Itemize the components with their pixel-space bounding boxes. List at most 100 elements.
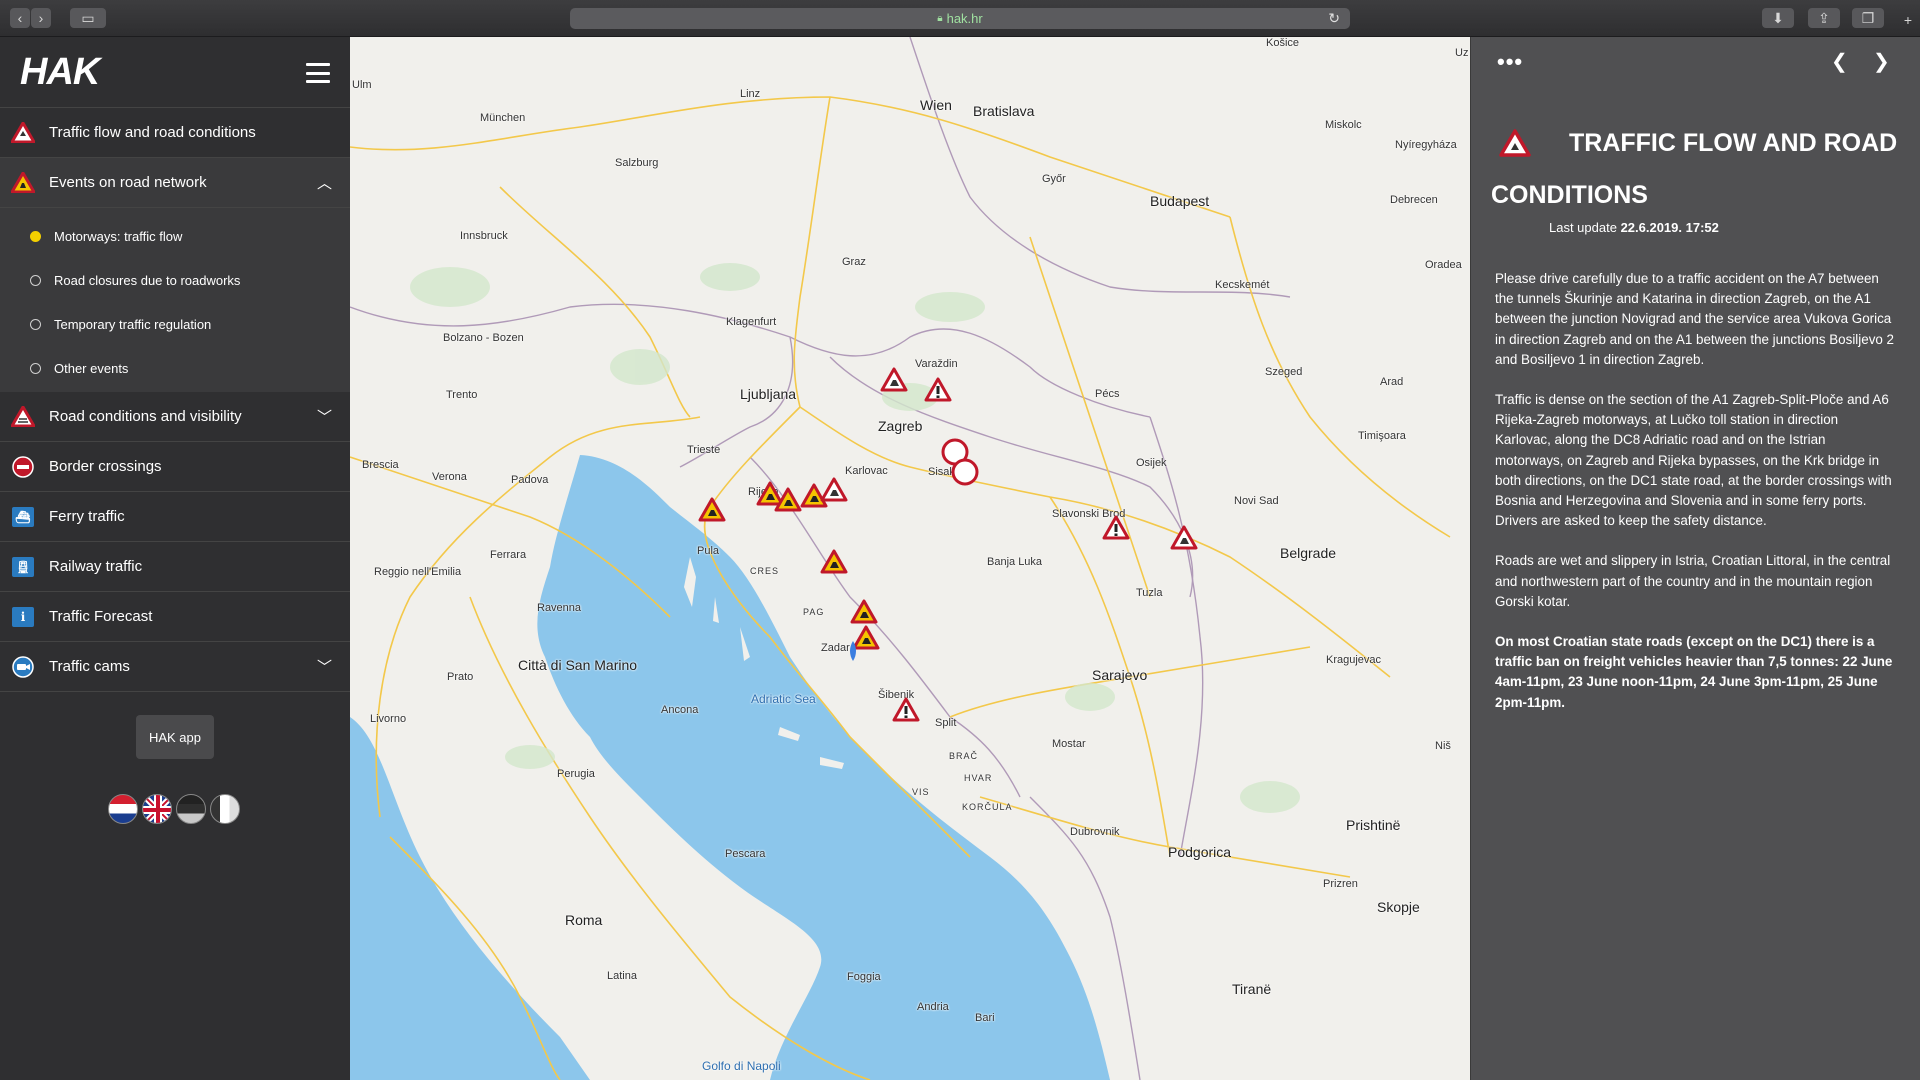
hamburger-menu-icon[interactable] bbox=[306, 63, 330, 83]
map-label: Novi Sad bbox=[1234, 495, 1279, 507]
map-label: Kecskemét bbox=[1215, 279, 1270, 291]
map-label: KORČULA bbox=[962, 802, 1013, 812]
map-label: CRES bbox=[750, 566, 780, 576]
map-label: Miskolc bbox=[1325, 119, 1362, 131]
map-label: Nyíregyháza bbox=[1395, 139, 1457, 151]
radio-icon[interactable] bbox=[30, 274, 41, 286]
sub-item-other-events[interactable]: Other events bbox=[0, 346, 350, 390]
chevron-up-icon[interactable]: ︿ bbox=[317, 172, 332, 193]
events-sub-list: Motorways: traffic flow Road closures du… bbox=[0, 208, 350, 392]
address-bar[interactable]: 🔒︎ hak.hr ↻ bbox=[570, 8, 1350, 29]
sidebar-item-label: Traffic flow and road conditions bbox=[49, 124, 256, 141]
forward-icon[interactable]: › bbox=[31, 8, 51, 28]
map-label: Brescia bbox=[362, 459, 399, 471]
browser-toolbar: ‹ › ▭ 🔒︎ hak.hr ↻ ⬇ ⇪ ❐ + bbox=[0, 0, 1920, 37]
sidebar-item-ferry[interactable]: ⛴ Ferry traffic bbox=[0, 492, 350, 542]
chevron-down-icon[interactable]: ﹀ bbox=[317, 656, 332, 677]
map-label: Pécs bbox=[1095, 388, 1120, 400]
camera-icon bbox=[10, 655, 36, 678]
sub-item-motorways[interactable]: Motorways: traffic flow bbox=[0, 214, 350, 258]
tabs-icon[interactable]: ❐ bbox=[1852, 8, 1884, 28]
last-update-value: 22.6.2019. 17:52 bbox=[1620, 220, 1719, 235]
more-options-icon[interactable]: ••• bbox=[1497, 49, 1523, 75]
panel-paragraph-bold: On most Croatian state roads (except on … bbox=[1495, 634, 1893, 710]
chevron-left-icon[interactable]: ❮ bbox=[1831, 49, 1848, 74]
map-label: Salzburg bbox=[615, 157, 659, 169]
map-label: Latina bbox=[607, 970, 637, 982]
map-label: Karlovac bbox=[845, 465, 888, 477]
chevron-right-icon[interactable]: ❯ bbox=[1873, 49, 1890, 74]
italian-flag[interactable] bbox=[210, 794, 240, 824]
map-label: Tiranë bbox=[1232, 981, 1272, 997]
no-entry-icon bbox=[10, 455, 36, 478]
map-label: Trento bbox=[446, 389, 478, 401]
sidebar-item-railway[interactable]: 🚆︎ Railway traffic bbox=[0, 542, 350, 592]
sub-item-temporary-regulation[interactable]: Temporary traffic regulation bbox=[0, 302, 350, 346]
chevron-down-icon[interactable]: ﹀ bbox=[317, 406, 332, 427]
map-label: PAG bbox=[803, 607, 825, 617]
map-label: Reggio nell'Emilia bbox=[374, 566, 462, 578]
map-label: HVAR bbox=[964, 773, 993, 783]
map-label: Andria bbox=[917, 1001, 949, 1013]
map-label: München bbox=[480, 112, 526, 124]
map-label: Wien bbox=[920, 97, 952, 113]
map-label: Banja Luka bbox=[987, 556, 1043, 568]
map-label: Pescara bbox=[725, 848, 766, 860]
back-icon[interactable]: ‹ bbox=[10, 8, 30, 28]
logo-row: HAK bbox=[0, 37, 350, 108]
map-label: Budapest bbox=[1150, 193, 1210, 209]
map-label: Ravenna bbox=[537, 602, 582, 614]
map-label: Varaždin bbox=[915, 358, 958, 370]
traffic-map[interactable]: Wien Bratislava Budapest München Linz Sa… bbox=[350, 37, 1470, 1080]
panel-title: TRAFFIC FLOW AND ROAD CONDITIONS bbox=[1491, 129, 1898, 209]
language-flags bbox=[108, 794, 240, 824]
german-flag[interactable] bbox=[176, 794, 206, 824]
sidebar-item-label: Traffic cams bbox=[49, 658, 130, 675]
train-icon: 🚆︎ bbox=[10, 556, 36, 578]
croatian-flag[interactable] bbox=[108, 794, 138, 824]
sidebar-item-forecast[interactable]: i Traffic Forecast bbox=[0, 592, 350, 642]
sidebar-item-label: Events on road network bbox=[49, 174, 207, 191]
sub-item-label: Temporary traffic regulation bbox=[54, 316, 212, 332]
map-label: Košice bbox=[1266, 37, 1300, 49]
sub-item-road-closures[interactable]: Road closures due to roadworks bbox=[0, 258, 350, 302]
map-label: Prishtinë bbox=[1346, 817, 1401, 833]
map-label: Bolzano - Bozen bbox=[443, 332, 524, 344]
radio-selected-icon[interactable] bbox=[30, 230, 41, 242]
download-icon[interactable]: ⬇ bbox=[1762, 8, 1794, 28]
map-label: Arad bbox=[1380, 376, 1404, 388]
share-icon[interactable]: ⇪ bbox=[1808, 8, 1840, 28]
map-label: Osijek bbox=[1136, 457, 1167, 469]
sidebar-item-cams[interactable]: Traffic cams ﹀ bbox=[0, 642, 350, 692]
radio-icon[interactable] bbox=[30, 318, 41, 330]
panel-paragraph: Traffic is dense on the section of the A… bbox=[1495, 392, 1892, 529]
hak-logo[interactable]: HAK bbox=[20, 51, 100, 94]
map-label: Ulm bbox=[352, 79, 372, 91]
sub-item-label: Motorways: traffic flow bbox=[54, 228, 183, 244]
panel-paragraph: Roads are wet and slippery in Istria, Cr… bbox=[1495, 553, 1891, 609]
panel-paragraph: Please drive carefully due to a traffic … bbox=[1495, 271, 1895, 367]
sidebar-item-events[interactable]: Events on road network ︿ bbox=[0, 158, 350, 208]
sidebar-item-label: Ferry traffic bbox=[49, 508, 125, 525]
uk-flag[interactable] bbox=[142, 794, 172, 824]
map-label: Roma bbox=[565, 912, 603, 928]
map-label: Zadar bbox=[821, 642, 850, 654]
map-label: Bratislava bbox=[973, 103, 1035, 119]
map-label: Ljubljana bbox=[740, 386, 797, 402]
sidebar-item-label: Border crossings bbox=[49, 458, 162, 475]
hak-app-button[interactable]: HAK app bbox=[136, 715, 214, 759]
sidebar-item-border-crossings[interactable]: Border crossings bbox=[0, 442, 350, 492]
radio-icon[interactable] bbox=[30, 362, 41, 374]
map-label: Verona bbox=[432, 471, 467, 483]
map-label: Mostar bbox=[1052, 738, 1086, 750]
map-label: Perugia bbox=[557, 768, 595, 780]
map-label: Kragujevac bbox=[1326, 654, 1382, 666]
last-update-label: Last update bbox=[1549, 220, 1621, 235]
reload-icon[interactable]: ↻ bbox=[1328, 10, 1340, 27]
sidebar-item-road-conditions[interactable]: Road conditions and visibility ﹀ bbox=[0, 392, 350, 442]
new-tab-icon[interactable]: + bbox=[1898, 10, 1918, 30]
map-label: Prizren bbox=[1323, 878, 1358, 890]
map-label: Podgorica bbox=[1168, 844, 1232, 860]
sidebar-toggle-icon[interactable]: ▭ bbox=[70, 8, 106, 28]
sidebar-item-traffic-flow[interactable]: Traffic flow and road conditions bbox=[0, 108, 350, 158]
